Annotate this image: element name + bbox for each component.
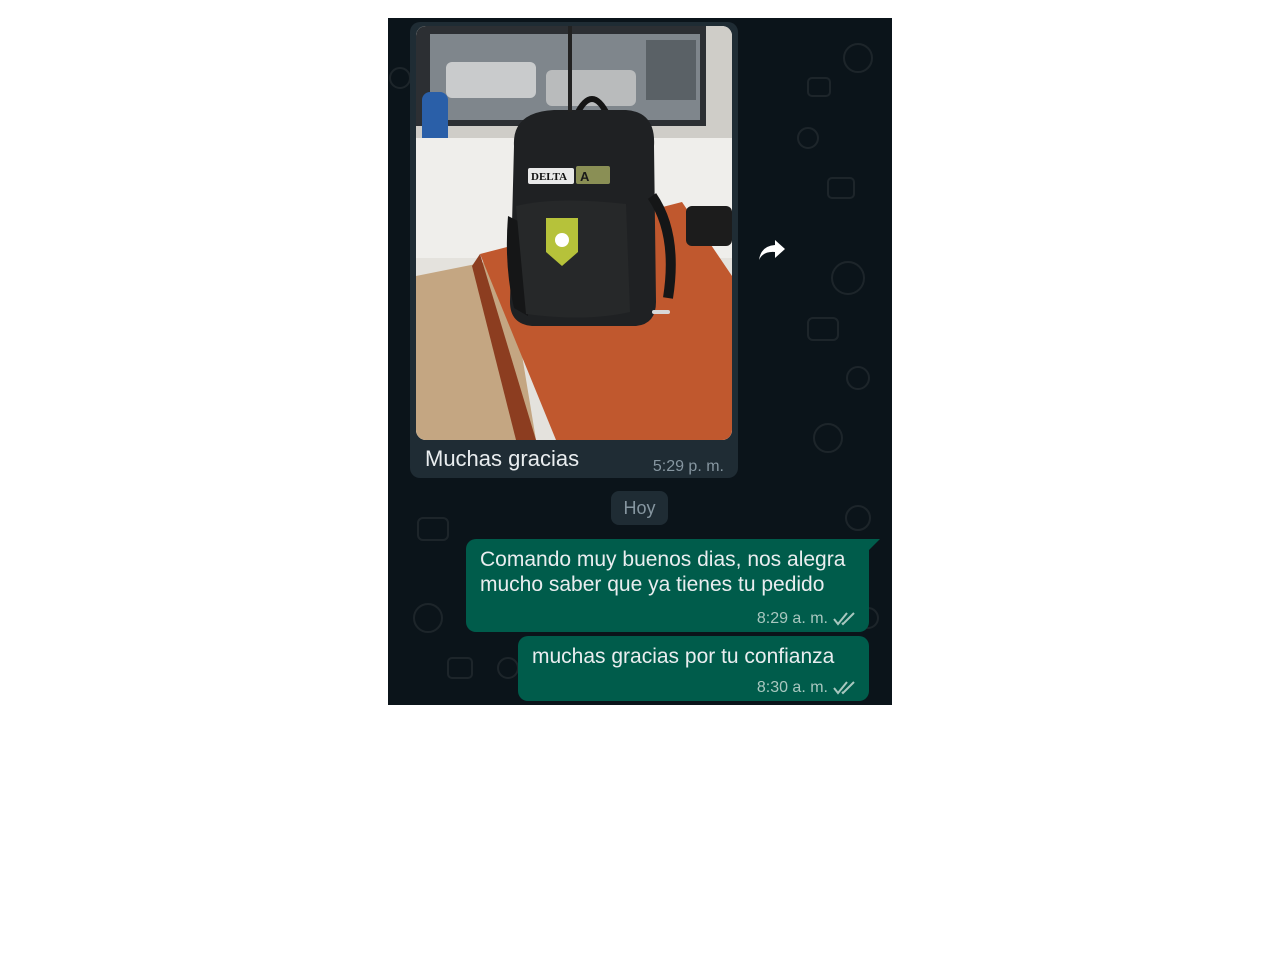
bubble-tail [868,539,880,551]
backpack-photo: DELTA A [416,26,732,440]
message-text: Comando muy buenos dias, nos alegra much… [480,548,846,596]
double-check-icon [833,681,855,695]
date-divider: Hoy [611,491,668,525]
delta-patch-text: DELTA [531,171,567,183]
message-timestamp: 5:29 p. m. [652,458,724,475]
message-photo[interactable]: DELTA A [416,26,732,440]
forward-button[interactable] [754,232,790,268]
message-timestamp: 8:29 a. m. [756,610,828,627]
outgoing-message[interactable]: muchas gracias por tu confianza 8:30 a. … [518,636,869,701]
double-check-icon [833,612,855,626]
chat-window: DELTA A Muchas gracias 5:29 p. m. Hoy Co… [388,18,892,705]
message-timestamp: 8:30 a. m. [756,679,828,696]
message-meta: 8:29 a. m. [757,610,857,628]
a-patch-text: A [580,169,590,184]
message-meta: 8:30 a. m. [757,679,857,697]
forward-icon [759,240,785,260]
incoming-image-message[interactable]: DELTA A Muchas gracias 5:29 p. m. [410,22,738,478]
message-caption: Muchas gracias [425,446,580,471]
message-text: muchas gracias por tu confianza [532,645,835,668]
outgoing-message[interactable]: Comando muy buenos dias, nos alegra much… [466,539,869,632]
